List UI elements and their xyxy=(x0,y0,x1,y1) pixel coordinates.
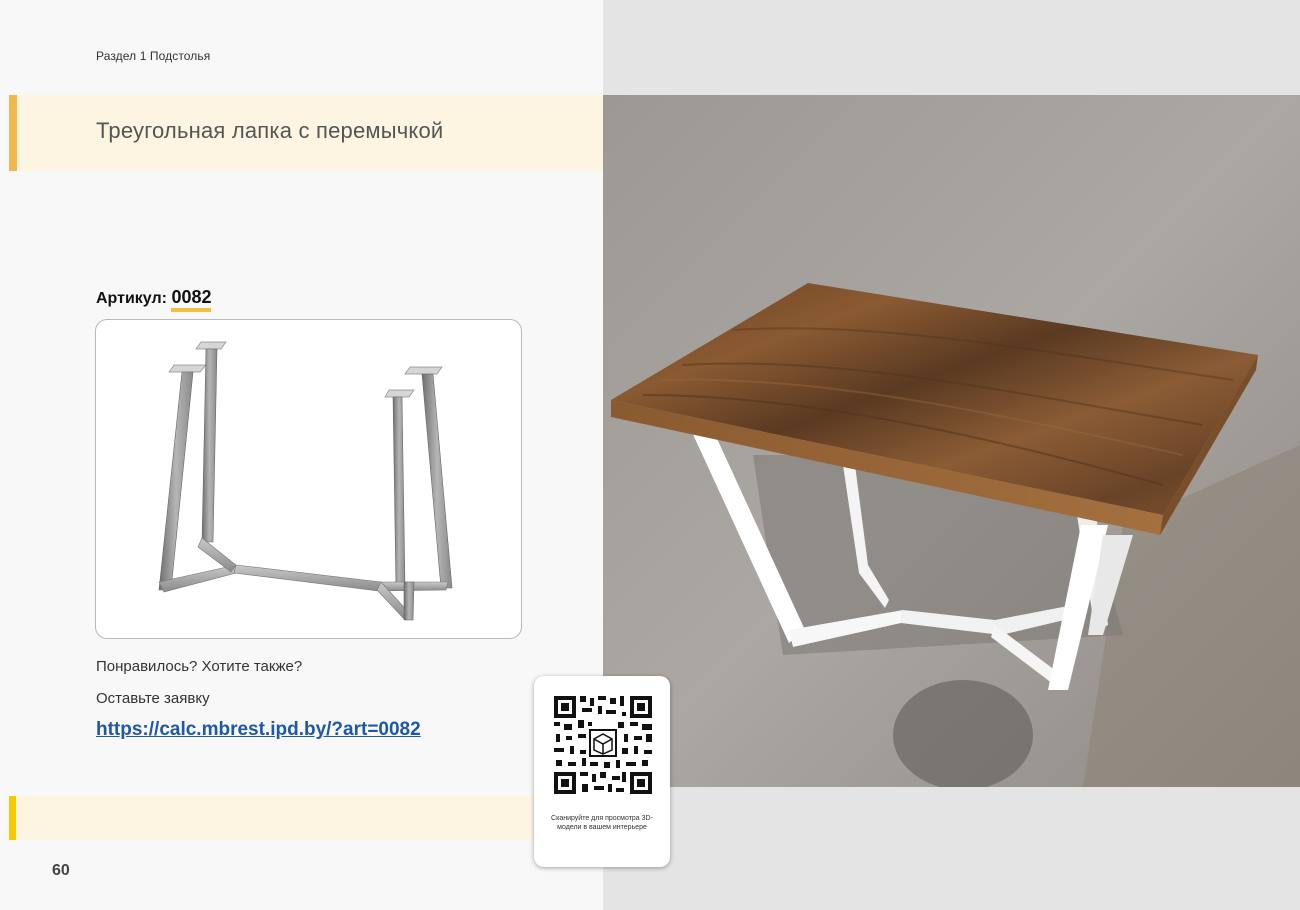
cta-question: Понравилось? Хотите также? xyxy=(96,658,303,675)
article-code: 0082 xyxy=(171,287,212,312)
section-label: Раздел 1 Подстолья xyxy=(96,49,211,63)
article-label: Артикул: xyxy=(96,290,167,307)
footer-accent-bar xyxy=(9,796,16,840)
table-photo-image xyxy=(603,95,1300,787)
table-base-render-image xyxy=(158,341,453,621)
article-number: Артикул: 0082 xyxy=(96,287,212,312)
qr-card[interactable]: Сканируйте для просмотра 3D-модели в ваш… xyxy=(534,676,670,867)
catalog-page: Раздел 1 Подстолья Треугольная лапка с п… xyxy=(0,0,1300,910)
title-accent-bar xyxy=(9,95,17,171)
qr-code-icon xyxy=(552,694,652,794)
cta-request: Оставьте заявку xyxy=(96,690,210,707)
page-title: Треугольная лапка с перемычкой xyxy=(96,118,444,143)
qr-caption: Сканируйте для просмотра 3D-модели в ваш… xyxy=(551,815,653,831)
calculator-link[interactable]: https://calc.mbrest.ipd.by/?art=0082 xyxy=(96,719,421,741)
page-number: 60 xyxy=(52,862,70,879)
table-photo xyxy=(603,95,1300,787)
footer-band xyxy=(9,796,603,840)
product-render-frame xyxy=(95,319,522,639)
